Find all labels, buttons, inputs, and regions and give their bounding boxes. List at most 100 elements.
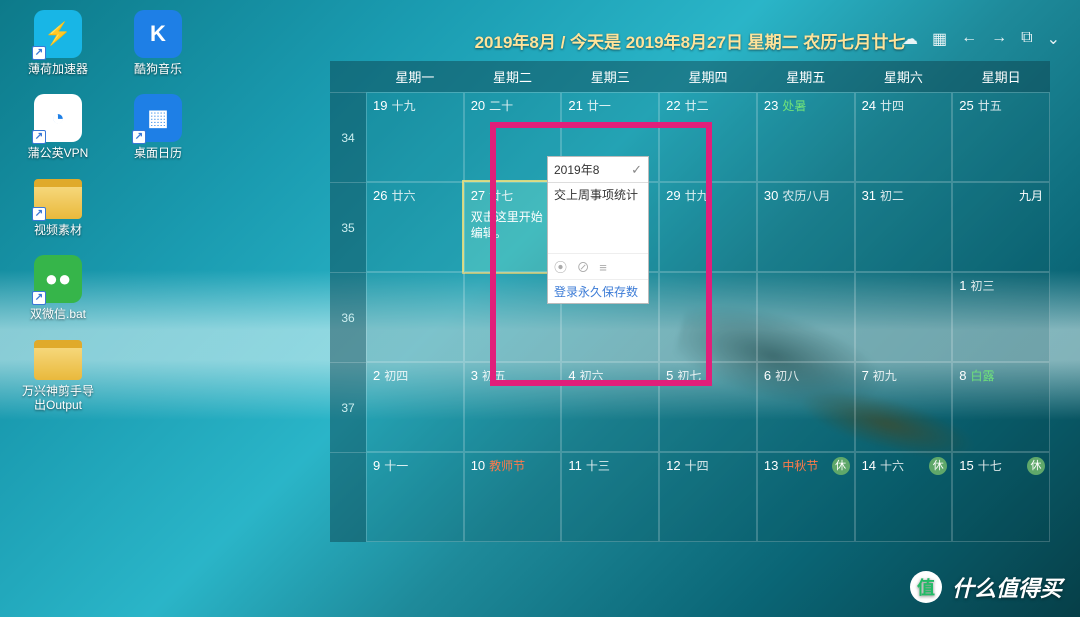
weekday-header: 星期六	[855, 61, 953, 92]
calendar-cell[interactable]: 22廿二	[659, 92, 757, 182]
desktop-icon-desktop-cal[interactable]: ▦↗桌面日历	[118, 94, 198, 160]
lunar-label: 初七	[677, 369, 701, 383]
lunar-label: 十一	[384, 459, 408, 473]
calendar-cell[interactable]: 5 初七	[659, 362, 757, 452]
watermark: 值 什么值得买	[910, 571, 1062, 603]
day-number: 26	[373, 188, 387, 203]
lunar-label: 初三	[971, 279, 995, 293]
calendar-cell[interactable]: 9十一	[366, 452, 464, 542]
lunar-label: 初二	[880, 189, 904, 203]
lunar-label: 十六	[880, 459, 904, 473]
lunar-label: 廿七	[489, 189, 513, 203]
calendar-cell[interactable]	[366, 272, 464, 362]
month-label: 九月	[1019, 187, 1043, 204]
calendar-cell[interactable]: 3初五	[464, 362, 562, 452]
next-icon[interactable]: →	[991, 29, 1007, 49]
lunar-label: 十三	[586, 459, 610, 473]
app-icon: ◔↗	[34, 94, 82, 142]
popup-text[interactable]: 交上周事项统计	[548, 183, 648, 253]
lunar-label: 初六	[580, 369, 604, 383]
desktop: ⚡↗薄荷加速器K酷狗音乐◔↗蒲公英VPN▦↗桌面日历↗视频素材●●↗双微信.ba…	[0, 0, 200, 422]
day-number: 27	[471, 188, 485, 203]
day-number: 10	[471, 458, 485, 473]
app-icon: ⚡↗	[34, 10, 82, 58]
calendar-cell[interactable]: 7初九	[855, 362, 953, 452]
event-popup[interactable]: 2019年8 ✓ 交上周事项统计 ⦿ ⊘ ≡ 登录永久保存数	[547, 156, 649, 304]
desktop-icon-label: 酷狗音乐	[134, 62, 182, 76]
calendar-cell[interactable]: 6 初八	[757, 362, 855, 452]
calendar-cell[interactable]: 12十四	[659, 452, 757, 542]
day-number: 13	[764, 458, 778, 473]
calendar-cell[interactable]: 15十七休	[952, 452, 1050, 542]
day-number: 3	[471, 368, 478, 383]
weekday-header: 星期一	[366, 61, 464, 92]
calendar-cell[interactable]: 8白露	[952, 362, 1050, 452]
calendar-cell[interactable]: 26廿六	[366, 182, 464, 272]
folder-icon	[34, 340, 82, 380]
day-number: 7	[862, 368, 869, 383]
desktop-icon-video-assets[interactable]: ↗视频素材	[18, 179, 98, 237]
prev-icon[interactable]: ←	[961, 29, 977, 49]
desktop-icon-wechat-bat[interactable]: ●●↗ 双微信.bat	[18, 255, 98, 321]
calendar-icon[interactable]: ▦	[932, 29, 947, 49]
desktop-icon-label: 桌面日历	[134, 146, 182, 160]
popup-tools[interactable]: ⦿ ⊘ ≡	[548, 253, 648, 279]
lunar-label: 处暑	[782, 99, 806, 113]
desktop-icon-pgy-vpn[interactable]: ◔↗蒲公英VPN	[18, 94, 98, 160]
calendar-cell[interactable]: 13中秋节休	[757, 452, 855, 542]
lunar-label: 十九	[391, 99, 415, 113]
desktop-icon-label: 双微信.bat	[30, 307, 86, 321]
desktop-icon-bohe[interactable]: ⚡↗ 薄荷加速器	[18, 10, 98, 76]
chevron-down-icon[interactable]: ⌄	[1047, 29, 1060, 49]
lunar-label: 初八	[775, 369, 799, 383]
day-number: 14	[862, 458, 876, 473]
lunar-label: 农历八月	[782, 189, 830, 203]
calendar-cell[interactable]: 25 廿五	[952, 92, 1050, 182]
cell-note: 双击这里开始编辑。	[471, 210, 555, 241]
calendar-cell[interactable]: 23 处暑	[757, 92, 855, 182]
calendar-cell[interactable]: 1初三	[952, 272, 1050, 362]
window-icon[interactable]: ⧉	[1021, 29, 1032, 49]
calendar-cell[interactable]	[659, 272, 757, 362]
calendar-cell[interactable]: 九月	[952, 182, 1050, 272]
calendar-cell[interactable]: 2初四	[366, 362, 464, 452]
lunar-label: 初四	[384, 369, 408, 383]
calendar-cell[interactable]: 10教师节	[464, 452, 562, 542]
desktop-icon-label: 万兴神剪手导出Output	[18, 384, 98, 413]
lunar-label: 廿五	[978, 99, 1002, 113]
calendar-cell[interactable]: 19十九	[366, 92, 464, 182]
calendar-cell[interactable]: 11 十三	[561, 452, 659, 542]
calendar-cell[interactable]: 30农历八月	[757, 182, 855, 272]
popup-date[interactable]: 2019年8	[554, 161, 599, 178]
lunar-label: 二十	[489, 99, 513, 113]
day-number: 25	[959, 98, 973, 113]
calendar-cell[interactable]: 14十六休	[855, 452, 953, 542]
app-icon: K	[134, 10, 182, 58]
confirm-icon[interactable]: ✓	[631, 162, 642, 178]
app-icon: ●●↗	[34, 255, 82, 303]
calendar-cell[interactable]: 31初二	[855, 182, 953, 272]
shortcut-arrow-icon: ↗	[132, 130, 146, 144]
lunar-label: 十七	[978, 459, 1002, 473]
weather-icon[interactable]: ☁	[902, 29, 918, 49]
calendar-cell[interactable]: 29廿九	[659, 182, 757, 272]
day-number: 6	[764, 368, 771, 383]
day-number: 11	[568, 458, 582, 473]
calendar-cell[interactable]: 24廿四	[855, 92, 953, 182]
week-number	[330, 452, 366, 542]
day-number: 23	[764, 98, 778, 113]
lunar-label: 廿九	[685, 189, 709, 203]
calendar-cell[interactable]: 4初六	[561, 362, 659, 452]
lunar-label: 廿一	[587, 99, 611, 113]
desktop-icon-label: 薄荷加速器	[28, 62, 88, 76]
weekday-header: 星期日	[952, 61, 1050, 92]
day-number: 5	[666, 368, 673, 383]
shortcut-arrow-icon: ↗	[32, 46, 46, 60]
desktop-icon-wanxing[interactable]: 万兴神剪手导出Output	[18, 340, 98, 413]
popup-login-link[interactable]: 登录永久保存数	[548, 279, 648, 303]
calendar-cell[interactable]	[757, 272, 855, 362]
desktop-icon-kugou[interactable]: K 酷狗音乐	[118, 10, 198, 76]
weekday-header: 星期三	[561, 61, 659, 92]
day-number: 12	[666, 458, 680, 473]
calendar-cell[interactable]	[855, 272, 953, 362]
